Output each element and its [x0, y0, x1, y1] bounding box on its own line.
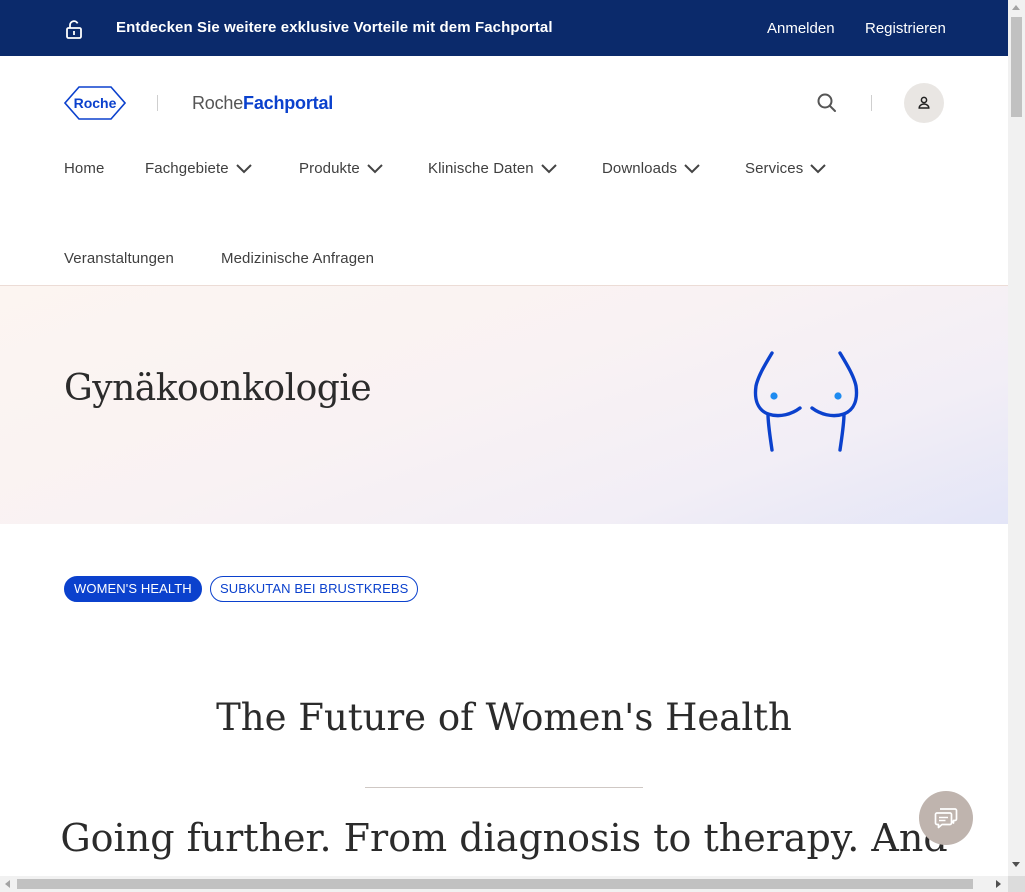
roche-logo[interactable]: Roche: [64, 86, 126, 120]
search-icon[interactable]: [815, 91, 839, 115]
nav-produkte[interactable]: Produkte: [299, 160, 384, 177]
section-subheading: Going further. From diagnosis to therapy…: [60, 816, 948, 860]
nav-services-label: Services: [745, 160, 804, 177]
logo-text: Roche: [74, 95, 117, 111]
heading-divider: [365, 787, 643, 788]
section-heading: The Future of Women's Health: [216, 696, 792, 739]
hero-banner: Gynäkoonkologie: [0, 286, 1008, 524]
vertical-scrollbar[interactable]: [1008, 0, 1025, 876]
chevron-down-icon: [810, 164, 827, 174]
user-account-button[interactable]: [904, 83, 944, 123]
chevron-down-icon: [684, 164, 700, 174]
login-link[interactable]: Anmelden: [767, 20, 835, 37]
chat-icon: [934, 808, 958, 829]
header-separator: [871, 95, 872, 111]
logo-separator: [157, 95, 158, 111]
nav-downloads[interactable]: Downloads: [602, 160, 701, 177]
breast-outline-icon: [753, 351, 859, 452]
horizontal-scroll-thumb[interactable]: [17, 879, 973, 889]
tag-womens-health[interactable]: WOMEN'S HEALTH: [64, 576, 202, 602]
nav-home-label: Home: [64, 160, 105, 177]
lock-icon: [66, 20, 82, 39]
brand-light: Roche: [192, 93, 244, 113]
nav-medizinische-anfragen-label: Medizinische Anfragen: [221, 250, 375, 267]
vertical-scroll-thumb[interactable]: [1011, 17, 1022, 117]
scroll-right-arrow[interactable]: [996, 880, 1001, 888]
nav-home[interactable]: Home: [64, 160, 104, 177]
chevron-down-icon: [541, 164, 557, 174]
horizontal-scrollbar[interactable]: [0, 876, 1008, 892]
nav-medizinische-anfragen[interactable]: Medizinische Anfragen: [221, 250, 374, 267]
page-title: Gynäkoonkologie: [64, 368, 372, 409]
nav-klinische-daten[interactable]: Klinische Daten: [428, 160, 558, 177]
brand-name[interactable]: RocheFachportal: [192, 93, 333, 114]
chevron-down-icon: [235, 164, 252, 174]
nav-services[interactable]: Services: [745, 160, 827, 177]
scroll-down-arrow[interactable]: [1012, 862, 1020, 867]
scroll-left-arrow[interactable]: [5, 880, 10, 888]
promo-text: Entdecken Sie weitere exklusive Vorteile…: [116, 19, 553, 36]
promo-bar: Entdecken Sie weitere exklusive Vorteile…: [0, 0, 1008, 56]
page-viewport: Entdecken Sie weitere exklusive Vorteile…: [0, 0, 1008, 876]
user-icon: [918, 96, 930, 109]
nav-veranstaltungen-label: Veranstaltungen: [64, 250, 174, 267]
register-link[interactable]: Registrieren: [865, 20, 946, 37]
nav-klinische-daten-label: Klinische Daten: [428, 160, 534, 177]
nav-veranstaltungen[interactable]: Veranstaltungen: [64, 250, 174, 267]
chat-button[interactable]: [919, 791, 973, 845]
nav-fachgebiete-label: Fachgebiete: [145, 160, 229, 177]
tag-subkutan-brustkrebs[interactable]: SUBKUTAN BEI BRUSTKREBS: [210, 576, 419, 602]
chevron-down-icon: [367, 164, 383, 174]
scrollbar-corner: [1008, 876, 1025, 892]
brand-bold: Fachportal: [243, 93, 334, 113]
nav-downloads-label: Downloads: [602, 160, 678, 177]
nav-fachgebiete[interactable]: Fachgebiete: [145, 160, 253, 177]
scroll-up-arrow[interactable]: [1012, 5, 1020, 10]
nav-produkte-label: Produkte: [299, 160, 360, 177]
